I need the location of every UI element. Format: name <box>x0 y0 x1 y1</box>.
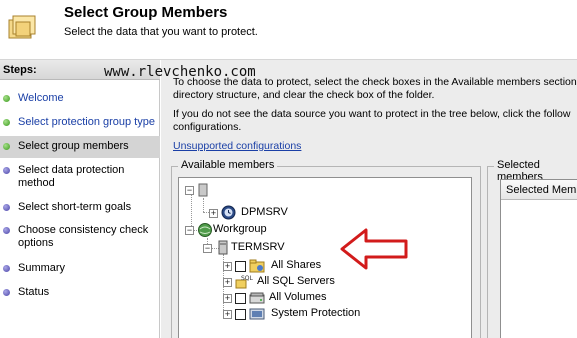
svg-text:SQL: SQL <box>241 275 254 282</box>
tree-item-label: All SQL Servers <box>257 275 335 287</box>
available-members-group: Available members − + DPMSRV − Workgroup… <box>171 159 481 338</box>
collapse-icon[interactable]: − <box>185 186 194 195</box>
selected-members-column-header[interactable]: Selected Members <box>501 180 577 200</box>
step-pending-icon <box>3 289 10 296</box>
step-short-term-goals: Select short-term goals <box>0 201 160 217</box>
tree-item-system-protection[interactable]: + System Protection <box>219 306 379 322</box>
tree-item-label: TERMSRV <box>231 241 285 253</box>
tree-item-workgroup[interactable]: − Workgroup <box>179 222 299 238</box>
dpm-server-icon <box>221 205 236 220</box>
step-label: Select data protection method <box>18 164 125 189</box>
system-protection-icon <box>249 308 265 320</box>
tree-item-label: All Volumes <box>269 291 327 303</box>
server-icon <box>218 240 228 255</box>
step-pending-icon <box>3 204 10 211</box>
expand-icon[interactable]: + <box>223 262 232 271</box>
step-label: Welcome <box>18 92 64 104</box>
expand-icon[interactable]: + <box>223 278 232 287</box>
server-icon <box>198 183 208 197</box>
tree-item-dpmsrv[interactable]: + DPMSRV <box>199 205 319 221</box>
tree-item-label: All Shares <box>271 259 322 271</box>
steps-panel: Steps: Welcome Select protection group t… <box>0 60 160 338</box>
step-pending-icon <box>3 265 10 272</box>
step-label: Summary <box>18 262 66 274</box>
step-summary: Summary <box>0 262 160 278</box>
redacted-area <box>209 182 319 197</box>
step-pending-icon <box>3 227 10 234</box>
red-arrow-annotation <box>340 228 408 270</box>
system-protection-checkbox[interactable] <box>235 309 246 320</box>
wizard-header: Select Group Members Select the data tha… <box>0 0 577 60</box>
page-title: Select Group Members <box>64 4 228 21</box>
instructions-text-2: If you do not see the data source you wa… <box>173 108 571 133</box>
expand-icon[interactable]: + <box>223 294 232 303</box>
step-current-icon <box>3 143 10 150</box>
content-area: To choose the data to protect, select th… <box>161 60 577 338</box>
volume-icon <box>249 292 265 304</box>
step-select-type[interactable]: Select protection group type <box>0 116 160 132</box>
shares-icon <box>249 259 265 273</box>
unsupported-configurations-link[interactable]: Unsupported configurations <box>173 140 301 152</box>
tree-item-label: Workgroup <box>213 223 267 235</box>
step-welcome[interactable]: Welcome <box>0 92 160 108</box>
step-done-icon <box>3 119 10 126</box>
all-volumes-checkbox[interactable] <box>235 293 246 304</box>
workgroup-icon <box>198 223 212 237</box>
selected-members-group: Selected members Selected Members <box>487 159 577 338</box>
step-consistency-check: Choose consistency check options <box>0 224 160 252</box>
tree-item-all-shares[interactable]: + All Shares <box>219 258 339 274</box>
step-status: Status <box>0 286 160 302</box>
available-members-tree[interactable]: − + DPMSRV − Workgroup − TERMSRV + All S… <box>178 177 472 338</box>
step-label: Status <box>18 286 50 298</box>
watermark-text: www.rlevchenko.com <box>104 64 256 80</box>
expand-icon[interactable]: + <box>223 310 232 319</box>
step-label: Select short-term goals <box>18 201 132 213</box>
tree-item-all-volumes[interactable]: + All Volumes <box>219 290 339 306</box>
tree-item-all-sql-servers[interactable]: + SQL All SQL Servers <box>219 274 359 290</box>
step-label: Choose consistency check options <box>18 224 149 249</box>
protection-group-icon <box>8 15 36 39</box>
page-subtitle: Select the data that you want to protect… <box>64 26 258 38</box>
step-protection-method: Select data protection method <box>0 164 160 192</box>
tree-item-root[interactable]: − <box>179 182 319 198</box>
all-shares-checkbox[interactable] <box>235 261 246 272</box>
tree-item-label: DPMSRV <box>241 206 288 218</box>
collapse-icon[interactable]: − <box>203 244 212 253</box>
step-label: Select group members <box>18 140 129 152</box>
step-select-members[interactable]: Select group members <box>0 136 160 158</box>
tree-item-termsrv[interactable]: − TERMSRV <box>199 240 319 256</box>
selected-members-list[interactable]: Selected Members <box>500 179 577 338</box>
collapse-icon[interactable]: − <box>185 226 194 235</box>
step-label: Select protection group type <box>18 116 155 128</box>
step-done-icon <box>3 95 10 102</box>
expand-icon[interactable]: + <box>209 209 218 218</box>
step-pending-icon <box>3 167 10 174</box>
available-members-title: Available members <box>178 159 278 171</box>
sql-server-icon: SQL <box>235 275 254 289</box>
tree-item-label: System Protection <box>271 307 361 319</box>
